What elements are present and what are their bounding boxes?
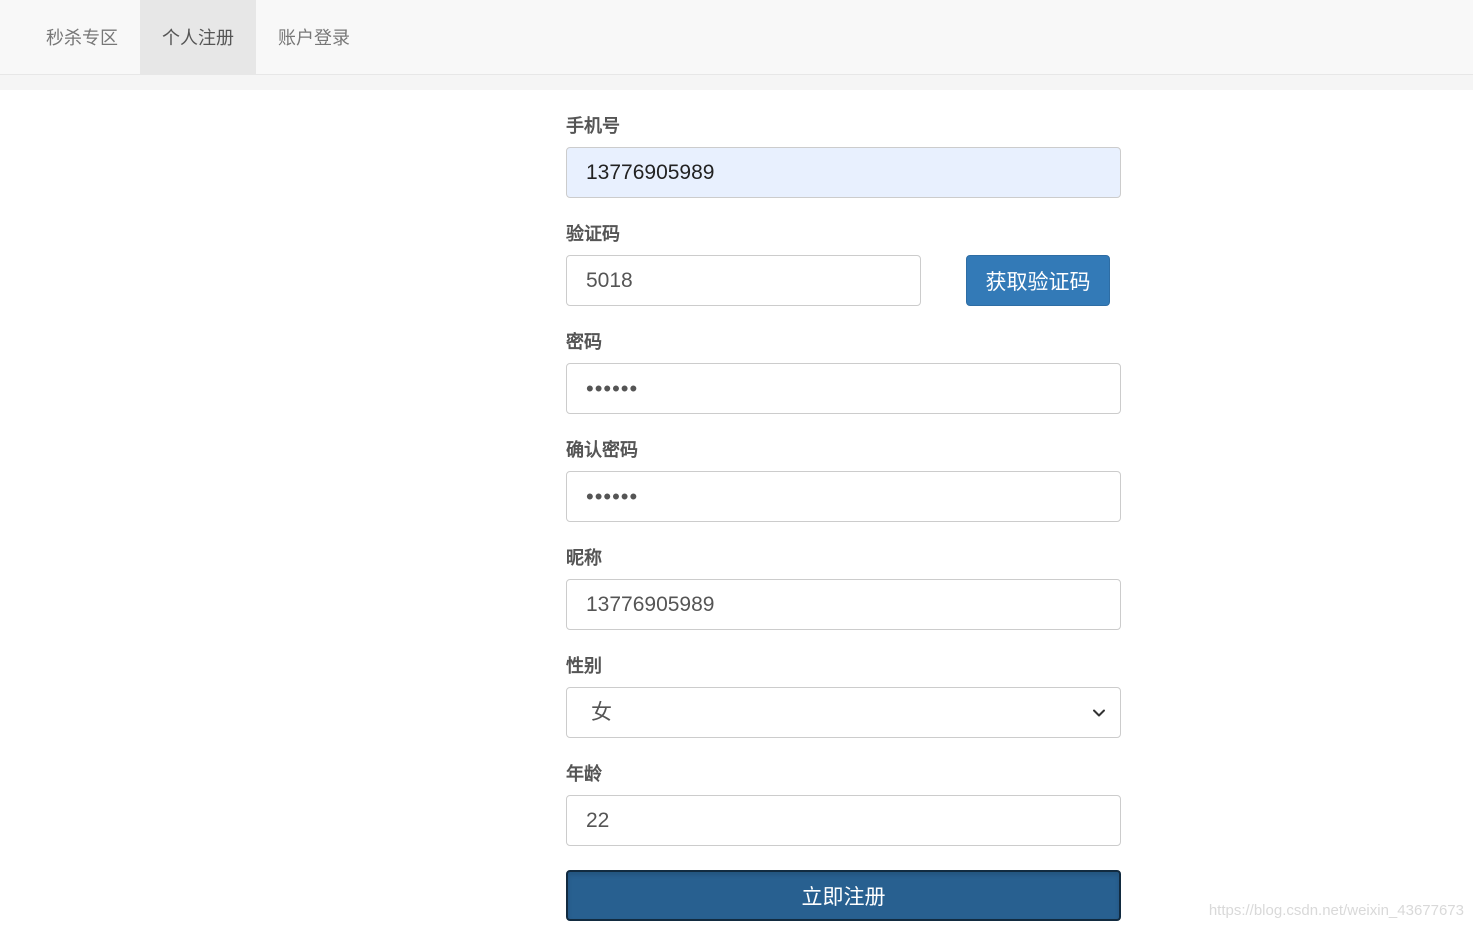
nav-item-login[interactable]: 账户登录 (256, 0, 372, 74)
code-group: 验证码 5018 获取验证码 (566, 222, 1121, 306)
password-input[interactable]: •••••• (566, 363, 1121, 414)
confirm-password-label: 确认密码 (566, 440, 638, 460)
nickname-label: 昵称 (566, 548, 602, 568)
age-label: 年龄 (566, 764, 602, 784)
watermark-text: https://blog.csdn.net/weixin_43677673 (1208, 902, 1464, 919)
nav-list: 秒杀专区 个人注册 账户登录 (24, 0, 372, 74)
confirm-password-input[interactable]: •••••• (566, 471, 1121, 522)
phone-group: 手机号 13776905989 (566, 114, 1121, 198)
phone-input[interactable]: 13776905989 (566, 147, 1121, 198)
get-code-button[interactable]: 获取验证码 (966, 255, 1110, 306)
gender-label: 性别 (566, 656, 602, 676)
top-navbar: 秒杀专区 个人注册 账户登录 (0, 0, 1473, 75)
code-label: 验证码 (566, 224, 620, 244)
nickname-input[interactable]: 13776905989 (566, 579, 1121, 630)
register-submit-button[interactable]: 立即注册 (566, 870, 1121, 921)
gender-selected-value: 女 (591, 701, 612, 724)
confirm-password-group: 确认密码 •••••• (566, 438, 1121, 522)
age-group: 年龄 22 (566, 762, 1121, 846)
password-group: 密码 •••••• (566, 330, 1121, 414)
gender-select[interactable]: 女 (566, 687, 1121, 738)
register-form: 手机号 13776905989 验证码 5018 获取验证码 密码 ••••••… (566, 114, 1121, 921)
phone-label: 手机号 (566, 116, 620, 136)
navbar-gap (0, 75, 1473, 90)
nickname-group: 昵称 13776905989 (566, 546, 1121, 630)
nav-item-seckill[interactable]: 秒杀专区 (24, 0, 140, 74)
code-row: 5018 获取验证码 (566, 255, 1121, 306)
password-label: 密码 (566, 332, 602, 352)
gender-group: 性别 女 (566, 654, 1121, 738)
code-input[interactable]: 5018 (566, 255, 921, 306)
chevron-down-icon (1093, 709, 1105, 717)
age-input[interactable]: 22 (566, 795, 1121, 846)
nav-item-register[interactable]: 个人注册 (140, 0, 256, 74)
